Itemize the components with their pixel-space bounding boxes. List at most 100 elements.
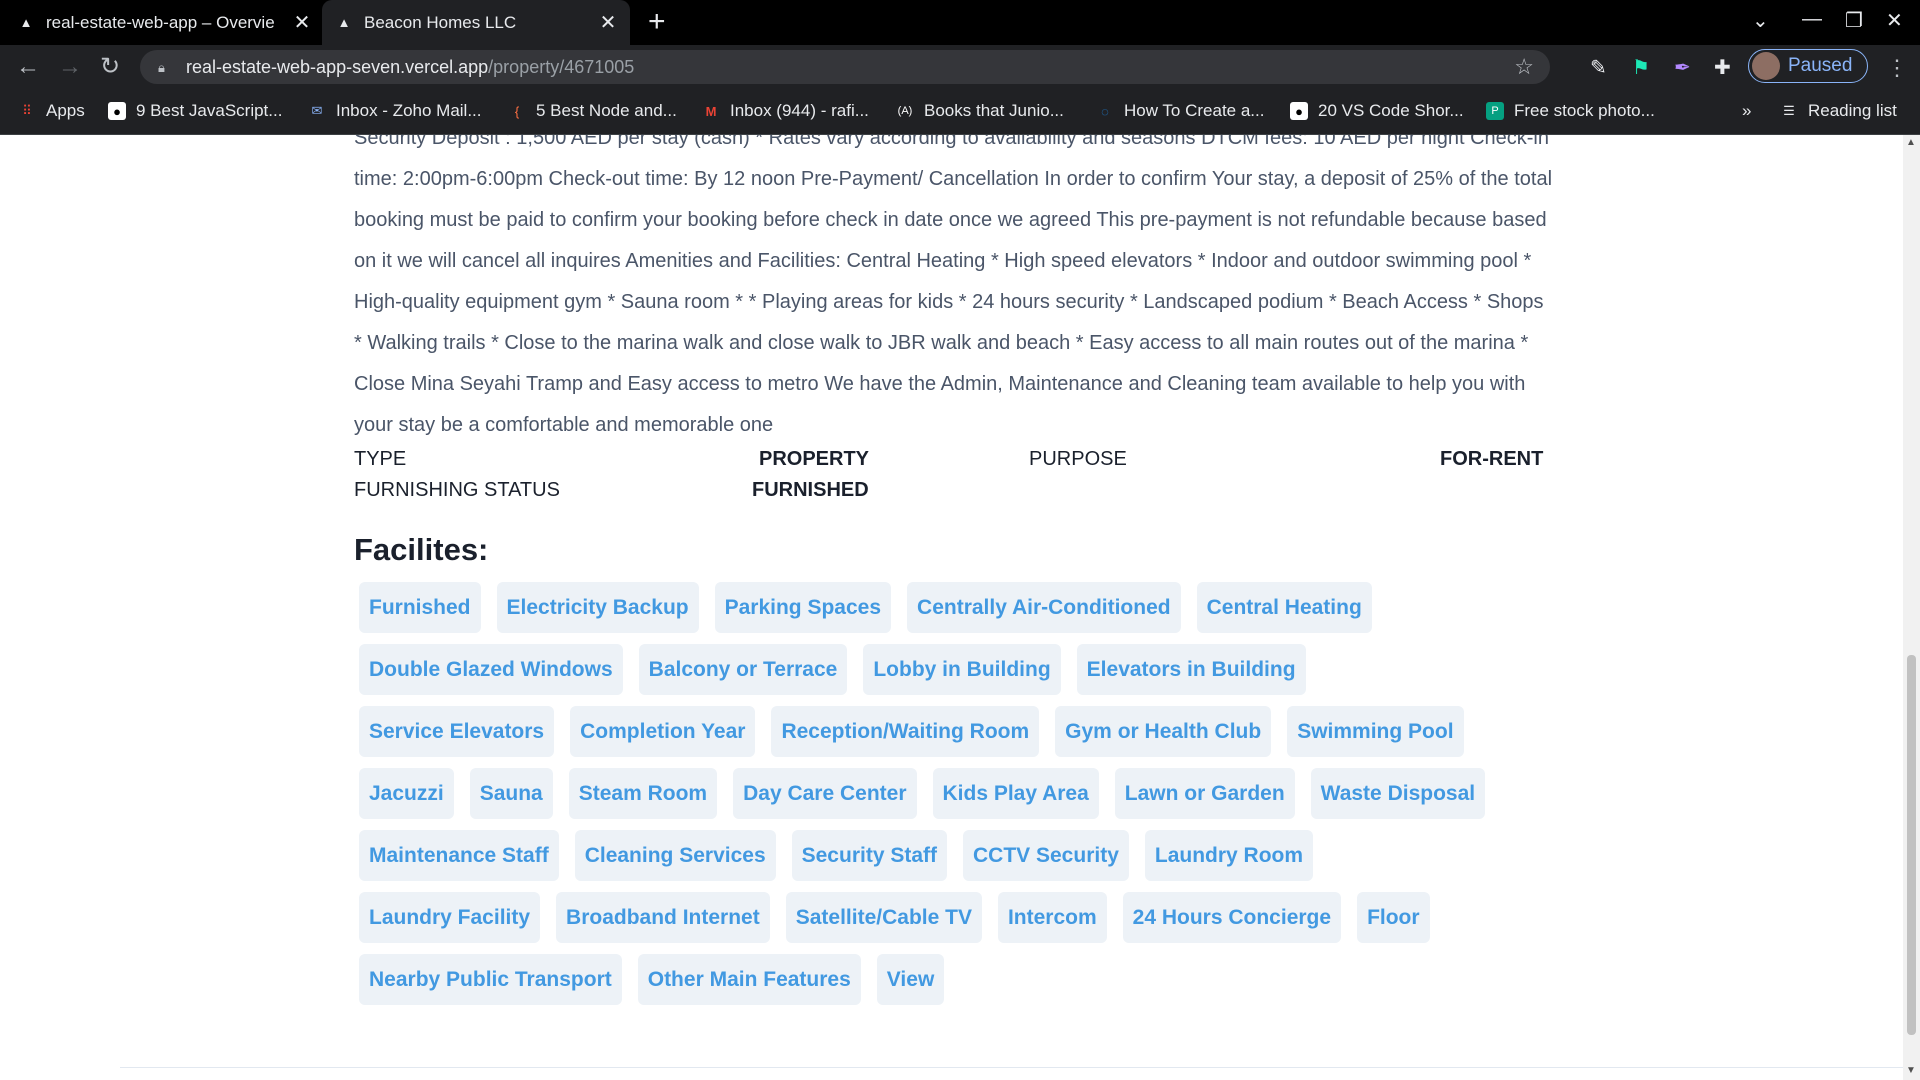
vercel-triangle-icon: ▲ <box>19 15 33 30</box>
facility-tag: Security Staff <box>791 830 947 881</box>
bookmark-apps[interactable]: ⠿ Apps <box>18 89 85 133</box>
apps-grid-icon: ⠿ <box>22 103 32 118</box>
vercel-triangle-icon: ▲ <box>337 15 351 30</box>
profile-button[interactable]: Paused <box>1748 49 1868 83</box>
bookmark-item[interactable]: ● 20 VS Code Shor... <box>1290 89 1464 133</box>
lock-icon[interactable]: 🔒︎ <box>158 60 172 75</box>
close-tab-icon[interactable]: ✕ <box>290 10 314 35</box>
browser-toolbar: ← → ↻ 🔒︎ real-estate-web-app-seven.verce… <box>0 45 1920 89</box>
close-tab-icon[interactable]: ✕ <box>596 10 620 35</box>
extension-green-icon[interactable]: ⚑ <box>1632 55 1650 80</box>
furnishing-status-label: FURNISHING STATUS <box>354 479 560 501</box>
facility-tag: Cleaning Services <box>574 830 776 881</box>
type-label: TYPE <box>354 448 407 470</box>
profile-status: Paused <box>1788 55 1853 76</box>
bookmark-item[interactable]: P Free stock photo... <box>1486 89 1655 133</box>
facility-tag: Centrally Air-Conditioned <box>907 582 1181 633</box>
facility-tag: Day Care Center <box>733 768 917 819</box>
facility-tag: Parking Spaces <box>714 582 892 633</box>
page-scrollbar[interactable]: ▲ ▼ <box>1903 135 1920 1080</box>
facility-tag: Laundry Room <box>1144 830 1314 881</box>
forward-icon[interactable]: → <box>58 53 82 81</box>
browser-menu-icon[interactable]: ⋮ <box>1886 55 1908 81</box>
facility-tag: Broadband Internet <box>556 892 770 943</box>
reading-list-icon: ☰ <box>1783 103 1795 118</box>
facility-tag: Lawn or Garden <box>1114 768 1295 819</box>
facility-tag: Central Heating <box>1196 582 1372 633</box>
tab-overview[interactable]: ▲ real-estate-web-app – Overvie ✕ <box>18 0 314 45</box>
reading-list-button[interactable]: ☰ Reading list <box>1780 89 1897 133</box>
tab-title: real-estate-web-app – Overvie <box>46 12 275 32</box>
facility-tag: 24 Hours Concierge <box>1122 892 1342 943</box>
dev-icon: (A) <box>897 105 913 117</box>
divider <box>120 1067 1903 1068</box>
facilities-heading: Facilites: <box>354 532 489 567</box>
restore-icon[interactable]: ❐ <box>1845 8 1863 33</box>
scroll-thumb[interactable] <box>1907 655 1916 1035</box>
facility-tag: Balcony or Terrace <box>638 644 848 695</box>
facility-tag: Elevators in Building <box>1076 644 1306 695</box>
bookmarks-overflow-button[interactable]: » <box>1742 89 1751 133</box>
pexels-icon: P <box>1486 102 1504 120</box>
facility-tag: Satellite/Cable TV <box>785 892 982 943</box>
facility-tag: Maintenance Staff <box>359 830 559 881</box>
close-window-icon[interactable]: ✕ <box>1886 8 1903 33</box>
furnishing-status-value: FURNISHED <box>752 479 869 501</box>
facility-tag: Lobby in Building <box>863 644 1061 695</box>
avatar <box>1752 52 1780 80</box>
facilities-list: Furnished Electricity Backup Parking Space… <box>354 582 1514 1016</box>
reload-icon[interactable]: ↻ <box>100 53 120 81</box>
facility-tag: Swimming Pool <box>1287 706 1464 757</box>
facility-tag: Jacuzzi <box>359 768 454 819</box>
facility-tag: View <box>876 954 945 1005</box>
facility-tag: Completion Year <box>570 706 756 757</box>
bookmark-item[interactable]: (A) Books that Junio... <box>896 89 1064 133</box>
address-bar[interactable]: 🔒︎ real-estate-web-app-seven.vercel.app/… <box>140 50 1550 84</box>
facility-tag: Steam Room <box>568 768 718 819</box>
tab-search-icon[interactable]: ⌄ <box>1752 8 1769 33</box>
type-value: PROPERTY <box>759 448 870 470</box>
property-description: Security Deposit : 1,500 AED per stay (c… <box>354 135 1553 436</box>
new-tab-icon[interactable]: + <box>648 6 666 38</box>
bookmark-item[interactable]: M Inbox (944) - rafi... <box>702 89 869 133</box>
bookmark-star-icon[interactable]: ☆ <box>1514 54 1534 80</box>
feather-extension-icon[interactable]: ✒ <box>1674 55 1691 80</box>
medium-icon: ● <box>1290 102 1308 120</box>
tab-beacon-homes[interactable]: ▲ Beacon Homes LLC ✕ <box>322 0 630 45</box>
bookmarks-bar: ⠿ Apps ● 9 Best JavaScript... ✉ Inbox - … <box>0 89 1920 135</box>
scroll-down-icon[interactable]: ▼ <box>1906 1065 1916 1076</box>
loader-icon: ◌ <box>1101 103 1109 119</box>
facility-tag: Service Elevators <box>359 706 555 757</box>
url-text[interactable]: real-estate-web-app-seven.vercel.app/pro… <box>186 57 634 78</box>
gmail-icon: M <box>705 103 717 119</box>
facility-tag: Sauna <box>469 768 553 819</box>
facility-tag: CCTV Security <box>963 830 1129 881</box>
extensions-puzzle-icon[interactable]: ✚ <box>1714 55 1731 80</box>
bookmark-item[interactable]: ◌ How To Create a... <box>1096 89 1264 133</box>
purpose-value: FOR-RENT <box>1440 448 1544 470</box>
facility-tag: Other Main Features <box>637 954 861 1005</box>
minimize-icon[interactable]: — <box>1802 8 1822 31</box>
back-icon[interactable]: ← <box>16 53 40 81</box>
facility-tag: Gym or Health Club <box>1055 706 1272 757</box>
page-viewport: Security Deposit : 1,500 AED per stay (c… <box>0 135 1903 1080</box>
bookmark-item[interactable]: ● 9 Best JavaScript... <box>108 89 282 133</box>
facility-tag: Kids Play Area <box>932 768 1099 819</box>
purpose-label: PURPOSE <box>1029 448 1127 470</box>
scroll-up-icon[interactable]: ▲ <box>1906 137 1916 148</box>
facility-tag: Intercom <box>997 892 1107 943</box>
tab-strip: ▲ real-estate-web-app – Overvie ✕ ▲ Beac… <box>0 0 1920 45</box>
facility-tag: Reception/Waiting Room <box>771 706 1040 757</box>
facility-tag: Laundry Facility <box>359 892 541 943</box>
facility-tag: Waste Disposal <box>1310 768 1486 819</box>
facility-tag: Electricity Backup <box>496 582 699 633</box>
bracket-icon: { <box>514 103 520 119</box>
facility-tag: Furnished <box>359 582 481 633</box>
bookmark-item[interactable]: { 5 Best Node and... <box>508 89 677 133</box>
pen-extension-icon[interactable]: ✎ <box>1590 55 1607 80</box>
bookmark-item[interactable]: ✉ Inbox - Zoho Mail... <box>308 89 482 133</box>
facility-tag: Nearby Public Transport <box>359 954 622 1005</box>
facility-tag: Floor <box>1357 892 1430 943</box>
tab-title: Beacon Homes LLC <box>364 12 517 32</box>
zoho-mail-icon: ✉ <box>311 103 323 118</box>
